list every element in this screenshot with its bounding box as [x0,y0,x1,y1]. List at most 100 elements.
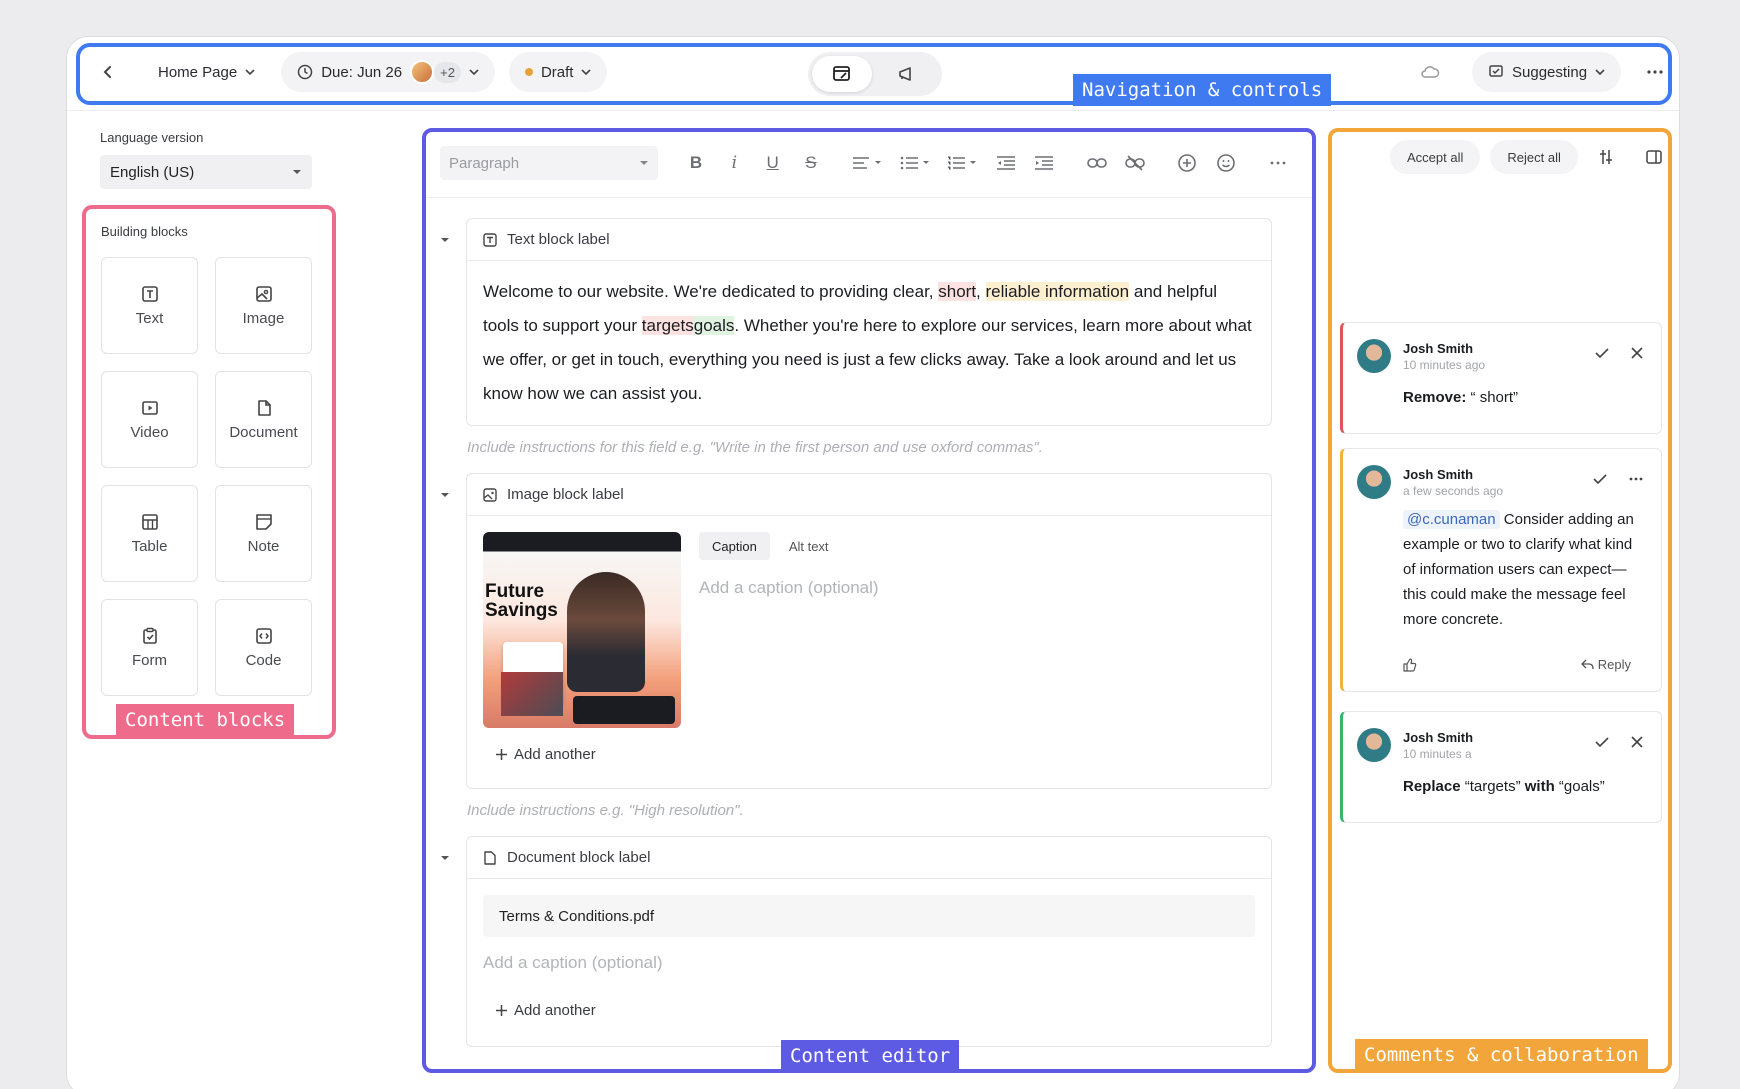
form-block-card[interactable]: Form [101,599,198,696]
language-select[interactable]: English (US) [100,155,312,189]
add-comment-button[interactable] [1175,150,1199,176]
image-meta-tabs: Caption Alt text [699,532,842,560]
tab-caption[interactable]: Caption [699,532,770,560]
image-block-card[interactable]: Image [215,257,312,354]
tab-alt-text[interactable]: Alt text [776,532,842,560]
code-block-card[interactable]: Code [215,599,312,696]
table-block-card[interactable]: Table [101,485,198,582]
document-caption-input[interactable]: Add a caption (optional) [483,953,663,973]
check-icon[interactable] [1595,736,1609,748]
add-another-label: Add another [514,1002,596,1019]
bullet-list-button[interactable] [899,150,933,176]
reject-all-button[interactable]: Reject all [1490,140,1578,174]
building-blocks-title: Building blocks [101,224,188,239]
caret-down-icon [441,238,449,242]
underline-button[interactable]: U [761,150,785,176]
attached-file[interactable]: Terms & Conditions.pdf [483,895,1255,937]
text-block-collapse-button[interactable] [438,233,452,247]
outdent-button[interactable] [994,150,1018,176]
sliders-icon [1599,150,1612,164]
due-date-selector[interactable]: Due: Jun 26 +2 [281,52,495,92]
document-add-another-button[interactable]: Add another [495,1002,596,1019]
text-block-title: Text block label [507,231,610,248]
numbered-list-icon [948,156,977,170]
filter-button[interactable] [1592,143,1620,171]
paragraph-style-select[interactable]: Paragraph [440,146,658,180]
language-value: English (US) [110,163,195,181]
more-horizontal-icon [1270,161,1286,165]
thumbnail-building [501,672,563,716]
suggested-deletion[interactable]: short [938,282,977,301]
document-block-label: Document [229,424,298,441]
text-block-content[interactable]: Welcome to our website. We're dedicated … [467,261,1271,411]
reply-button[interactable]: Reply [1580,657,1631,672]
document-block-collapse-button[interactable] [438,851,452,865]
bullet-list-icon [900,156,929,170]
close-icon[interactable] [1631,347,1643,359]
mode-selector[interactable]: Suggesting [1472,52,1622,92]
chevron-down-icon [1595,69,1605,76]
comment-author: Josh Smith [1403,341,1474,356]
document-block-icon [484,850,496,865]
image-block-icon [255,286,272,302]
more-horizontal-icon[interactable] [1629,477,1643,481]
suggestion-action: Replace [1403,778,1461,795]
table-block-icon [141,514,158,530]
back-button[interactable] [88,52,128,92]
check-icon[interactable] [1593,473,1607,485]
accept-all-button[interactable]: Accept all [1390,140,1481,174]
suggestion-with: with [1524,778,1555,795]
publish-view-button[interactable] [876,56,936,92]
note-block-card[interactable]: Note [215,485,312,582]
suggestion-card[interactable]: Josh Smith 10 minutes a Replace “targets… [1340,711,1662,823]
status-selector[interactable]: Draft [508,52,608,92]
cloud-sync-icon [1421,66,1440,78]
comment-body: Replace “targets” with “goals” [1403,774,1643,799]
image-caption-input[interactable]: Add a caption (optional) [699,578,879,598]
text-block-card[interactable]: Text [101,257,198,354]
suggested-insertion[interactable]: goals [693,316,735,335]
text-block-header: Text block label [467,219,1271,261]
emoji-button[interactable] [1213,150,1237,176]
comment-author: Josh Smith [1403,730,1474,745]
image-add-another-button[interactable]: Add another [495,746,596,763]
chevron-down-icon [469,69,479,76]
page-selector[interactable]: Home Page [142,52,271,92]
commented-text[interactable]: reliable information [985,282,1130,301]
indent-button[interactable] [1032,150,1056,176]
comment-actions [1593,473,1643,485]
comment-time: 10 minutes ago [1403,358,1486,372]
italic-button[interactable]: i [722,150,746,176]
image-block-label: Image [242,310,285,327]
comment-card[interactable]: Josh Smith a few seconds ago @c.cunaman … [1340,448,1662,692]
underline-icon: U [766,153,779,172]
unlink-icon [1125,155,1145,171]
form-block-icon [142,627,157,644]
align-button[interactable] [851,150,885,176]
document-block-card[interactable]: Document [215,371,312,468]
numbered-list-button[interactable] [946,150,980,176]
toggle-panel-button[interactable] [1640,143,1668,171]
check-icon[interactable] [1595,347,1609,359]
text-segment: Welcome to our website. We're dedicated … [483,282,939,301]
image-block-icon [483,487,497,502]
suggestion-card[interactable]: Josh Smith 10 minutes ago Remove: “ shor… [1340,322,1662,434]
uploaded-image-thumbnail[interactable]: Future Savings [483,532,681,728]
comment-time: a few seconds ago [1403,484,1504,498]
close-icon[interactable] [1631,736,1643,748]
image-block-collapse-button[interactable] [438,488,452,502]
editor-view-button[interactable] [812,56,872,92]
toolbar-more-button[interactable] [1266,150,1290,176]
video-block-card[interactable]: Video [101,371,198,468]
unlink-button[interactable] [1123,150,1147,176]
thumbs-up-icon[interactable] [1403,657,1417,672]
suggested-deletion[interactable]: targets [641,316,694,335]
comments-toolbar: Accept all Reject all [1390,140,1668,174]
link-button[interactable] [1085,150,1109,176]
edit-document-icon [833,66,850,81]
strikethrough-button[interactable]: S [799,150,823,176]
bold-button[interactable]: B [684,150,708,176]
code-block-label: Code [245,652,282,669]
user-mention[interactable]: @c.cunaman [1403,510,1500,529]
more-options-button[interactable] [1639,56,1671,88]
